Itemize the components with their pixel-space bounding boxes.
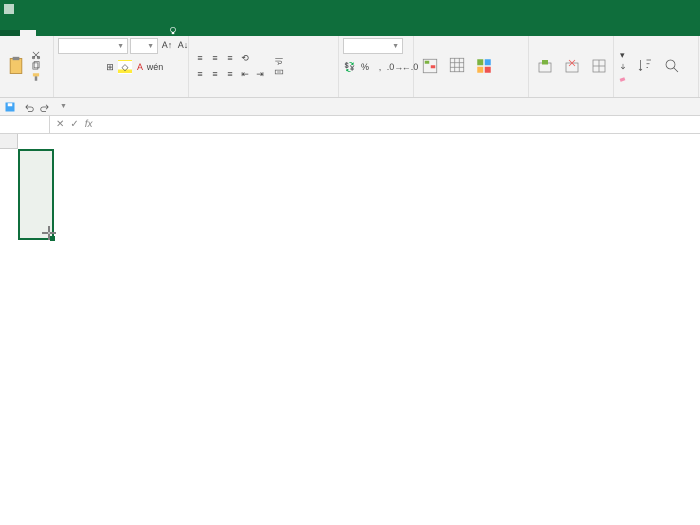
ribbon-tabs (0, 18, 700, 36)
align-right-button[interactable]: ≡ (223, 67, 237, 81)
tell-me[interactable] (168, 26, 181, 36)
cell-styles-button[interactable] (472, 56, 496, 77)
bold-button[interactable] (58, 60, 72, 74)
orientation-button[interactable]: ⟲ (238, 51, 252, 65)
excel-icon (4, 4, 14, 14)
group-label-editing (618, 94, 694, 95)
group-label-clipboard (4, 94, 49, 95)
group-label-styles (418, 94, 524, 95)
selection-outline (18, 149, 54, 240)
fill-color-button[interactable]: ◇ (118, 60, 132, 74)
table-format-icon (448, 56, 466, 74)
align-center-button[interactable]: ≡ (208, 67, 222, 81)
cell-styles-icon (475, 57, 493, 75)
format-cells-button[interactable] (587, 56, 611, 77)
copy-button[interactable] (31, 61, 43, 71)
active-cell-highlight (18, 149, 54, 162)
clear-button[interactable] (618, 73, 630, 83)
border-button[interactable]: ⊞ (103, 60, 117, 74)
cursor-icon (42, 226, 56, 240)
wrap-text-button[interactable] (274, 56, 286, 66)
align-middle-button[interactable]: ≡ (208, 51, 222, 65)
spreadsheet-grid[interactable] (0, 134, 700, 523)
cut-button[interactable] (31, 50, 43, 60)
ribbon: ▼ ▼ A↑ A↓ ⊞ ◇ A wén ≡ ≡ ≡ (0, 36, 700, 98)
find-icon (663, 57, 681, 75)
underline-button[interactable] (88, 60, 102, 74)
conditional-format-button[interactable] (418, 56, 442, 77)
sort-filter-button[interactable] (633, 56, 657, 77)
decrease-font-button[interactable]: A↓ (176, 38, 190, 52)
phonetic-button[interactable]: wén (148, 60, 162, 74)
number-format-select[interactable]: ▼ (343, 38, 403, 54)
format-painter-button[interactable] (31, 72, 43, 82)
wrap-icon (274, 56, 284, 66)
insert-cells-button[interactable] (533, 56, 557, 77)
format-cells-icon (590, 57, 608, 75)
enter-formula-icon[interactable]: ✓ (70, 119, 78, 130)
conditional-format-icon (421, 57, 439, 75)
fill-button[interactable] (618, 62, 630, 72)
qat-customize[interactable]: ▼ (60, 103, 67, 110)
insert-cells-icon (536, 57, 554, 75)
save-icon[interactable] (4, 101, 16, 113)
delete-cells-icon (563, 57, 581, 75)
increase-decimal-button[interactable]: .0→ (388, 60, 402, 74)
name-box[interactable] (0, 116, 50, 133)
cancel-formula-icon[interactable]: ✕ (56, 119, 64, 130)
find-select-button[interactable] (660, 56, 684, 77)
font-color-button[interactable]: A (133, 60, 147, 74)
accounting-format-button[interactable]: 💱 (343, 60, 357, 74)
comma-button[interactable]: , (373, 60, 387, 74)
group-label-cells (533, 94, 609, 95)
align-left-button[interactable]: ≡ (193, 67, 207, 81)
group-label-number (343, 94, 409, 95)
formula-bar: ✕ ✓ fx (0, 116, 700, 134)
paste-button[interactable] (4, 53, 28, 80)
increase-font-button[interactable]: A↑ (160, 38, 174, 52)
percent-button[interactable]: % (358, 60, 372, 74)
merge-center-button[interactable] (274, 67, 286, 77)
font-name-select[interactable]: ▼ (58, 38, 128, 54)
copy-icon (31, 61, 41, 71)
increase-indent-button[interactable]: ⇥ (253, 67, 267, 81)
decrease-indent-button[interactable]: ⇤ (238, 67, 252, 81)
scissors-icon (31, 50, 41, 60)
group-label-alignment (193, 94, 334, 95)
fill-down-icon (618, 62, 628, 72)
format-table-button[interactable] (445, 55, 469, 77)
brush-icon (31, 72, 41, 82)
merge-icon (274, 67, 284, 77)
font-size-select[interactable]: ▼ (130, 38, 158, 54)
lightbulb-icon (168, 26, 178, 36)
delete-cells-button[interactable] (560, 56, 584, 77)
align-bottom-button[interactable]: ≡ (223, 51, 237, 65)
redo-icon[interactable] (40, 101, 52, 113)
group-label-font (58, 94, 184, 95)
select-all-corner[interactable] (0, 134, 18, 149)
italic-button[interactable] (73, 60, 87, 74)
eraser-icon (618, 73, 628, 83)
fx-icon[interactable]: fx (85, 119, 93, 130)
autosum-button[interactable]: ▾ (618, 50, 630, 61)
sort-filter-icon (636, 57, 654, 75)
undo-icon[interactable] (22, 101, 34, 113)
paste-icon (6, 55, 26, 77)
align-top-button[interactable]: ≡ (193, 51, 207, 65)
quick-access-toolbar: ▼ (0, 98, 700, 116)
